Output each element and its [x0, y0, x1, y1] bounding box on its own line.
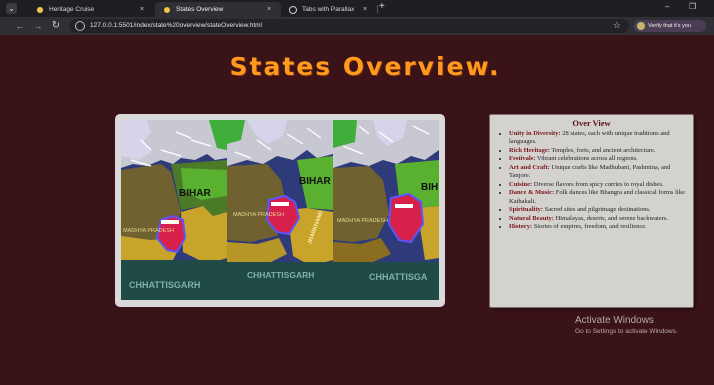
map-label: CHHATTISGARH	[129, 280, 200, 290]
overview-item-term: Natural Beauty:	[509, 214, 554, 222]
reload-icon[interactable]: ↻	[50, 20, 62, 32]
page-title: States Overview.	[229, 52, 501, 81]
watermark-subtitle: Go to Settings to activate Windows.	[575, 328, 678, 335]
tab-states-overview[interactable]: States Overview ×	[155, 2, 281, 17]
tab-close-icon[interactable]: ×	[265, 6, 273, 13]
overview-item: Unity in Diversity: 28 states, each with…	[509, 130, 687, 146]
map-label: MADHYA PRADESH	[233, 212, 284, 218]
tab-search-menu-button[interactable]: ⌄	[6, 3, 17, 14]
map-label: CHHATTISGARH	[247, 270, 314, 280]
overview-item-term: History:	[509, 223, 533, 231]
url-text[interactable]: 127.0.0.1:5501/index/state%20overview/st…	[90, 22, 262, 29]
map-panel: BIHAR MADHYA PRADESH JHARKHAND CHHATTISG…	[227, 120, 333, 300]
overview-item: Art and Craft: Unique crafts like Madhub…	[509, 164, 687, 180]
overview-item: Dance & Music: Folk dances like Bhangra …	[509, 189, 687, 205]
map-label: BIHAR	[179, 188, 211, 199]
overview-item-term: Spirituality:	[509, 206, 543, 214]
tab-title: Heritage Cruise	[49, 6, 95, 13]
map-label: CHHATTISGA	[369, 272, 428, 282]
forward-arrow-icon[interactable]: →	[32, 20, 44, 32]
tab-parallax-carousel[interactable]: Tabs with Parallax Carousel ×	[281, 2, 377, 17]
overview-item: Spirituality: Sacred sites and pilgrimag…	[509, 206, 687, 214]
address-bar[interactable]: 127.0.0.1:5501/index/state%20overview/st…	[69, 19, 629, 33]
overview-item: Rich Heritage: Temples, forts, and ancie…	[509, 147, 687, 155]
overview-item-term: Art and Craft:	[509, 163, 550, 171]
overview-list: Unity in Diversity: 28 states, each with…	[496, 130, 687, 232]
tab-title: States Overview	[176, 6, 224, 13]
new-tab-button[interactable]: +	[379, 1, 385, 12]
overview-item-text: Himalayas, deserts, and serene backwater…	[555, 214, 669, 222]
map-label: MADHYA PRADESH	[337, 218, 388, 224]
tab-divider	[377, 5, 378, 13]
verify-identity-button[interactable]: Verify that it's you	[634, 20, 706, 32]
site-favicon-icon	[163, 5, 171, 14]
back-arrow-icon[interactable]: ←	[14, 20, 26, 32]
site-info-icon[interactable]	[75, 21, 85, 31]
overview-item-text: Diverse flavors from spicy curries to ro…	[533, 180, 664, 188]
overview-item-term: Dance & Music:	[509, 189, 555, 197]
map-panel: BIH MADHYA PRADESH CHHATTISGA	[333, 120, 439, 300]
overview-item-text: Vibrant celebrations across all regions.	[536, 155, 638, 163]
overview-item: History: Stories of empires, freedom, an…	[509, 223, 687, 231]
overview-item-term: Cuisine:	[509, 180, 533, 188]
watermark-title: Activate Windows	[575, 315, 654, 326]
map-label: MADHYA PRADESH	[123, 228, 174, 234]
navigation-bar: ← → ↻ 127.0.0.1:5501/index/state%20overv…	[0, 17, 714, 35]
profile-avatar-icon	[637, 22, 645, 30]
map-label: BIH	[421, 182, 438, 193]
overview-item-text: Temples, forts, and ancient architecture…	[551, 146, 656, 154]
map-panel: BIHAR MADHYA PRADESH CHHATTISGARH	[121, 120, 227, 300]
activate-windows-watermark: Activate Windows Go to Settings to activ…	[575, 315, 678, 335]
overview-item-text: Sacred sites and pilgrimage destinations…	[544, 206, 651, 214]
verify-label: Verify that it's you	[648, 23, 691, 29]
site-favicon-icon	[36, 5, 44, 14]
globe-icon	[289, 5, 297, 14]
overview-item-term: Rich Heritage:	[509, 146, 550, 154]
tab-close-icon[interactable]: ×	[361, 6, 369, 13]
restore-button[interactable]: ❐	[689, 2, 696, 11]
tab-bar: ⌄ Heritage Cruise × States Overview × Ta…	[0, 0, 714, 17]
map-carousel: BIHAR MADHYA PRADESH CHHATTISGARH BIHAR …	[115, 114, 445, 307]
bookmark-star-icon[interactable]: ☆	[613, 20, 621, 31]
overview-item: Festivals: Vibrant celebrations across a…	[509, 155, 687, 163]
minimize-button[interactable]: –	[665, 2, 669, 11]
map-label: BIHAR	[299, 176, 331, 187]
map-strip: BIHAR MADHYA PRADESH CHHATTISGARH BIHAR …	[121, 120, 439, 300]
overview-item-term: Unity in Diversity:	[509, 130, 561, 137]
overview-item-text: Stories of empires, freedom, and resilie…	[533, 223, 647, 231]
tab-close-icon[interactable]: ×	[138, 6, 146, 13]
tab-heritage-cruise[interactable]: Heritage Cruise ×	[28, 2, 154, 17]
overview-title: Over View	[572, 118, 611, 128]
overview-item: Cuisine: Diverse flavors from spicy curr…	[509, 181, 687, 189]
overview-card: Over View Unity in Diversity: 28 states,…	[489, 114, 694, 308]
overview-item: Natural Beauty: Himalayas, deserts, and …	[509, 215, 687, 223]
tab-title: Tabs with Parallax Carousel	[302, 6, 356, 13]
overview-item-term: Festivals:	[509, 155, 536, 163]
